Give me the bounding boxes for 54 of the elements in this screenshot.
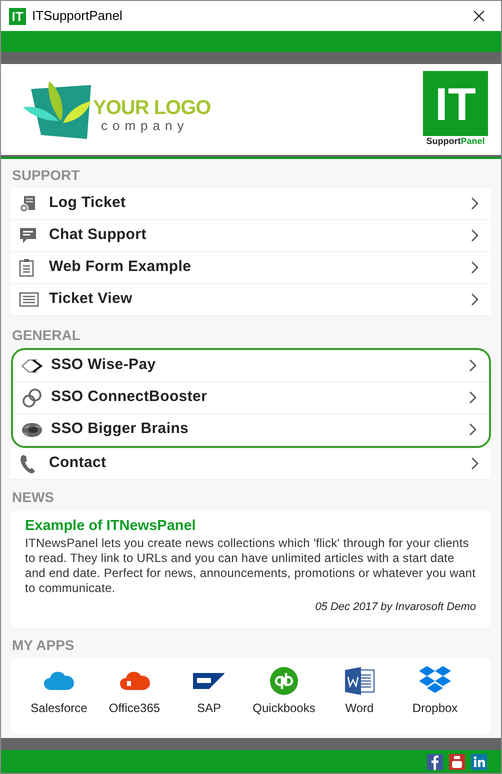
close-icon[interactable] [473,10,485,22]
video-icon[interactable] [449,754,465,770]
menu-item[interactable]: Log Ticket [11,188,491,220]
app-launcher[interactable]: Office365 [97,664,172,716]
chevron-icon [469,359,477,372]
flag-icon [193,672,225,688]
chevron-icon [471,197,479,210]
section-heading: SUPPORT [11,168,81,182]
chat-icon [19,227,37,244]
menu-item[interactable]: Ticket View [11,284,491,316]
badge-caption: SupportPanel [426,136,485,148]
app-icon: IT [9,8,26,24]
logo-text: YOUR LOGO [93,98,211,118]
section-heading: NEWS [11,490,55,504]
chevron-icon [469,423,477,436]
arrow-icon [21,358,43,374]
menu-item[interactable]: Chat Support [11,220,491,252]
app-launcher[interactable]: Word [322,664,397,716]
app-launcher[interactable]: Quickbooks [246,664,322,716]
phone-icon [19,454,37,474]
menu-item[interactable]: Web Form Example [11,252,491,284]
badge-letters: IT [435,80,476,127]
chevron-icon [471,261,479,274]
news-body: ITNewsPanel lets you create news collections which 'flick' through for your clients to read. They link to URLs and you can have unlimited articles with a start date and end date. Perfect for news, announcements, promotions or whatever you want to communicate. [25,536,477,596]
chevron-icon [471,457,479,470]
news-headline[interactable]: Example of ITNewsPanel [25,516,477,536]
ticket-icon [19,194,37,212]
clipboard-icon [19,258,34,277]
box-icon [419,666,451,696]
cloud-icon [118,670,150,692]
logo-drawing [21,78,91,140]
news-byline: 05 Dec 2017 by Invarosoft Demo [314,600,477,615]
social-icon[interactable] [427,754,443,770]
list-icon [19,292,39,307]
logo-tagline: company [100,118,190,135]
menu-item[interactable]: SSO Wise-Pay [13,350,489,382]
cloud-icon [43,670,75,692]
document-icon [344,666,374,694]
section-heading: GENERAL [11,328,82,342]
social-network-icon[interactable] [471,754,487,770]
section-heading: MY APPS [11,638,76,652]
app-launcher[interactable]: SAP [172,664,246,716]
app-launcher[interactable]: Salesforce [21,664,97,716]
links-icon [21,388,43,408]
app-launcher[interactable]: Dropbox [397,664,473,716]
round-logo-icon [270,666,298,694]
menu-item[interactable]: SSO ConnectBooster [13,382,489,414]
menu-item[interactable]: Contact [11,448,491,480]
menu-item[interactable]: SSO Bigger Brains [13,414,489,446]
chevron-icon [471,293,479,306]
chevron-icon [469,391,477,404]
window-title: ITSupportPanel [32,7,122,26]
chevron-icon [471,229,479,242]
brain-icon [21,422,43,438]
